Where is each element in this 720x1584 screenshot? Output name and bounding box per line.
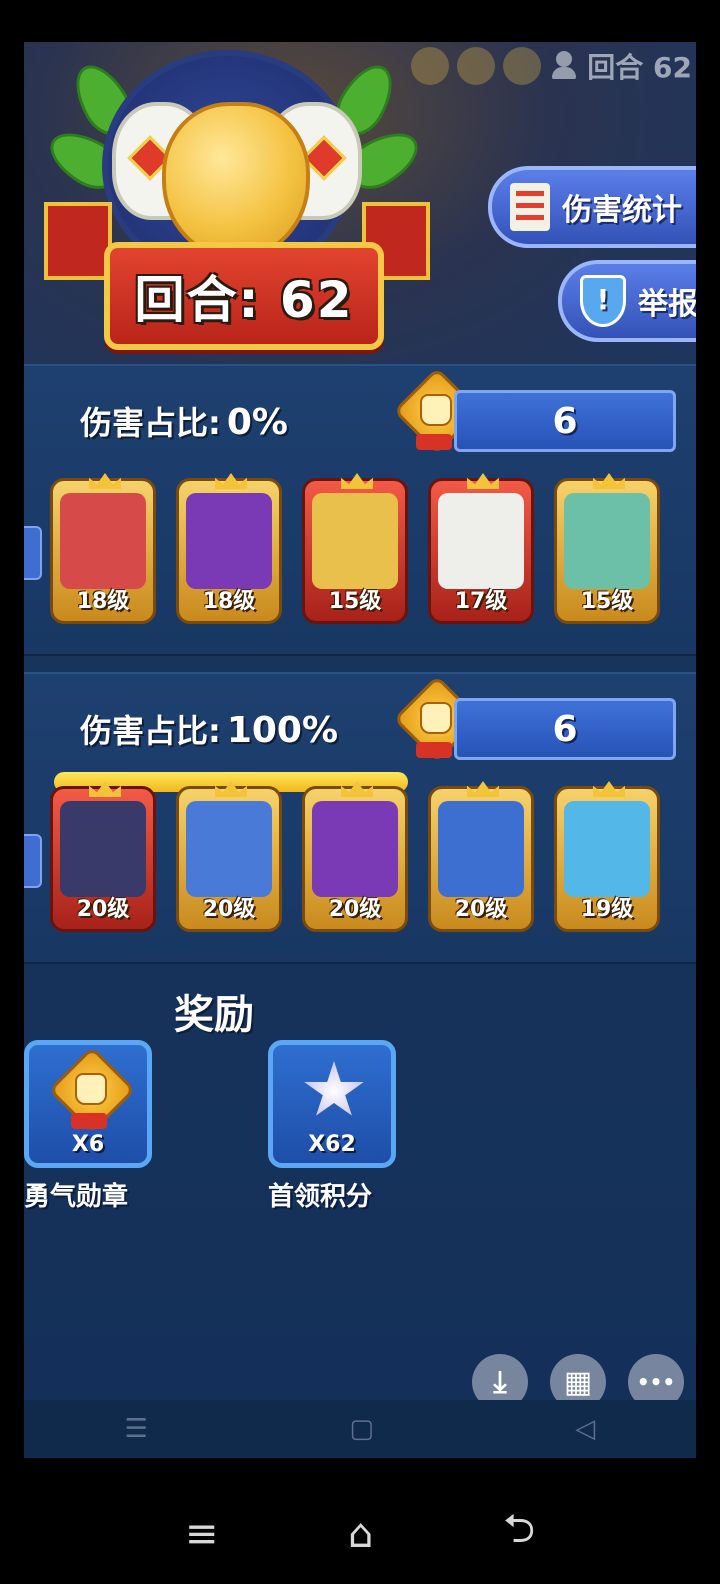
download-icon: ⤓ <box>493 1364 507 1400</box>
hero-portrait <box>438 493 524 589</box>
damage-share: 伤害占比: 100% <box>80 706 338 752</box>
hero-card[interactable]: 20级 <box>176 781 282 932</box>
medal-count: 6 <box>454 698 676 760</box>
hero-portrait <box>564 801 650 897</box>
inner-menu-icon[interactable]: ☰ <box>125 1414 148 1444</box>
crown-icon <box>215 473 247 489</box>
top-status: 回合 62 <box>411 44 692 88</box>
fist-medal-icon <box>48 1046 136 1134</box>
hero-portrait <box>564 493 650 589</box>
home-icon[interactable]: ⌂ <box>348 1511 373 1557</box>
hero-card[interactable]: 19级 <box>554 781 660 932</box>
damage-share-value: 100% <box>226 710 339 751</box>
round-banner-text: 回合: 62 <box>134 271 354 329</box>
shield-icon: ! <box>580 275 626 327</box>
crown-icon <box>593 781 625 797</box>
inner-navigation-bar: ☰ ▢ ◁ <box>24 1400 696 1458</box>
medal-count: 6 <box>454 390 676 452</box>
hero-level: 15级 <box>580 589 634 614</box>
hero-card[interactable]: 15级 <box>302 473 408 624</box>
hero-card[interactable]: 15级 <box>554 473 660 624</box>
hero-level: 20级 <box>76 897 130 922</box>
star-badge-icon <box>304 1061 364 1116</box>
damage-share-label: 伤害占比: <box>80 404 221 442</box>
report-label: 举报 <box>638 287 696 322</box>
crown-icon <box>89 473 121 489</box>
damage-share-value: 0% <box>226 402 288 443</box>
hero-portrait <box>186 493 272 589</box>
damage-stats-button[interactable]: 伤害统计 <box>488 166 696 248</box>
system-navigation-bar: ≡ ⌂ ⮌ <box>0 1484 720 1584</box>
round-counter-top: 回合 62 <box>587 51 692 84</box>
hero-list: 18级 18级 15级 17级 15级 <box>50 473 660 624</box>
hero-portrait <box>60 801 146 897</box>
crown-icon <box>467 781 499 797</box>
menu-icon[interactable]: ≡ <box>185 1511 219 1557</box>
back-icon[interactable]: ⮌ <box>503 1500 535 1568</box>
hero-level: 20级 <box>202 897 256 922</box>
hero-card[interactable]: 18级 <box>50 473 156 624</box>
player-bubble-3 <box>503 47 542 85</box>
rewards-title: 奖励 <box>174 992 254 1038</box>
hero-level: 19级 <box>580 897 634 922</box>
hero-card[interactable]: 20级 <box>50 781 156 932</box>
damage-stats-label: 伤害统计 <box>562 193 682 228</box>
crown-icon <box>341 473 373 489</box>
reward-qty: X62 <box>308 1132 356 1157</box>
side-tab[interactable] <box>24 526 42 580</box>
hero-level: 20级 <box>454 897 508 922</box>
reward-qty: X6 <box>71 1132 105 1157</box>
more-icon: ••• <box>636 1370 676 1394</box>
crown-icon <box>593 473 625 489</box>
list-icon <box>510 183 550 231</box>
crown-icon <box>467 473 499 489</box>
hero-card[interactable]: 18级 <box>176 473 282 624</box>
hero-portrait <box>312 801 398 897</box>
side-tab[interactable] <box>24 834 42 888</box>
hero-level: 15级 <box>328 589 382 614</box>
hero-card[interactable]: 20级 <box>428 781 534 932</box>
hero-card[interactable]: 20级 <box>302 781 408 932</box>
game-screen: 回合 62 回合: 62 伤害统计 ! 举报 伤害占比: 0% 6 18级 18… <box>24 42 696 1458</box>
report-button[interactable]: ! 举报 <box>558 260 696 342</box>
ribbon-left <box>44 202 112 280</box>
hero-level: 18级 <box>76 589 130 614</box>
hero-level: 20级 <box>328 897 382 922</box>
hero-card[interactable]: 17级 <box>428 473 534 624</box>
team-panel-2: 伤害占比: 100% 6 20级 20级 20级 20级 19级 <box>24 672 696 964</box>
damage-share: 伤害占比: 0% <box>80 398 288 444</box>
hero-portrait <box>60 493 146 589</box>
inner-back-icon[interactable]: ◁ <box>575 1414 595 1444</box>
hero-level: 17级 <box>454 589 508 614</box>
hero-portrait <box>438 801 524 897</box>
reward-boss-points[interactable]: X62 <box>268 1040 396 1168</box>
hero-portrait <box>186 801 272 897</box>
reward-label: 勇气勋章 <box>24 1182 129 1212</box>
round-banner: 回合: 62 <box>104 242 384 350</box>
damage-share-label: 伤害占比: <box>80 712 221 750</box>
reward-courage-medal[interactable]: X6 <box>24 1040 152 1168</box>
player-bubble-2 <box>457 47 496 85</box>
hero-level: 18级 <box>202 589 256 614</box>
grid-icon: ▦ <box>563 1364 593 1400</box>
hero-portrait <box>312 493 398 589</box>
team-panel-1: 伤害占比: 0% 6 18级 18级 15级 17级 15级 <box>24 364 696 656</box>
user-icon <box>549 51 579 81</box>
inner-home-icon[interactable]: ▢ <box>349 1414 374 1444</box>
handshake-icon <box>162 102 310 260</box>
victory-emblem: 回合: 62 <box>40 42 430 362</box>
reward-label: 首领积分 <box>268 1182 373 1212</box>
hero-list: 20级 20级 20级 20级 19级 <box>50 781 660 932</box>
